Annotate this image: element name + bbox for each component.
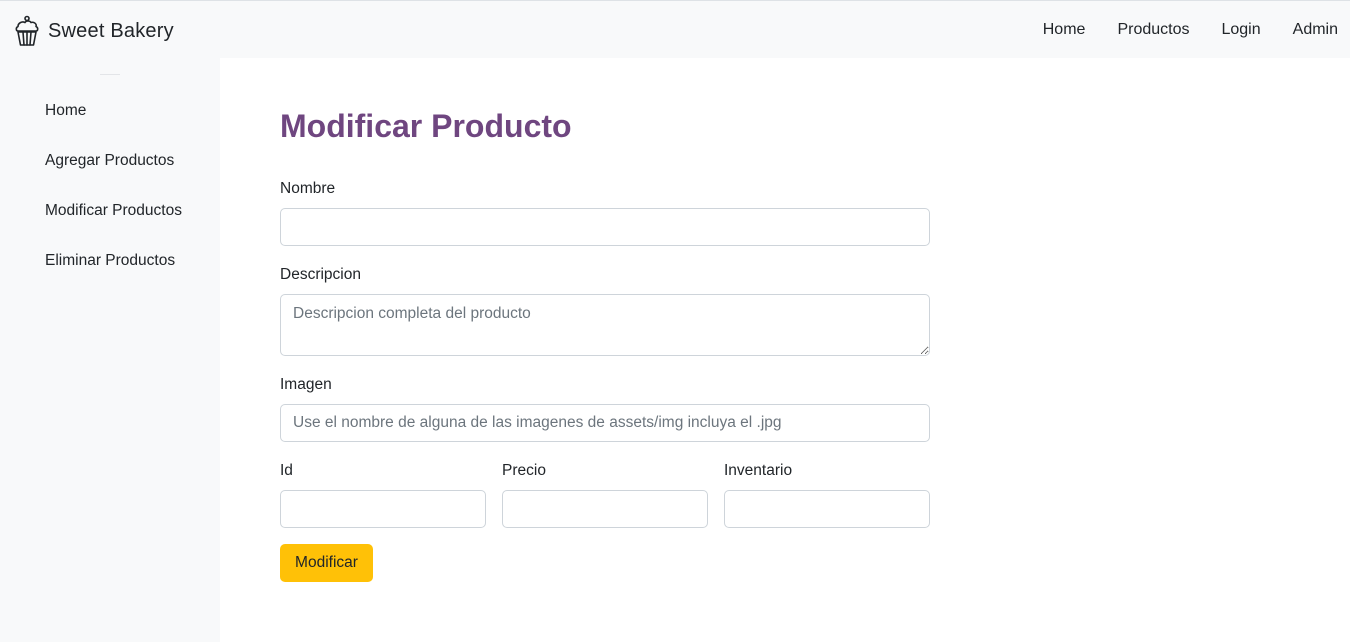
top-navbar: Sweet Bakery Home Productos Login Admin xyxy=(0,0,1350,58)
nav-link-home[interactable]: Home xyxy=(1043,21,1086,39)
inventario-input[interactable] xyxy=(724,490,930,528)
nav-link-admin[interactable]: Admin xyxy=(1293,21,1338,39)
sidebar-item-agregar-productos[interactable]: Agregar Productos xyxy=(45,152,174,170)
nav-link-productos[interactable]: Productos xyxy=(1117,21,1189,39)
sidebar-item-home[interactable]: Home xyxy=(45,102,86,120)
inventario-label: Inventario xyxy=(724,462,793,479)
precio-label: Precio xyxy=(502,462,546,479)
sidebar-divider xyxy=(100,74,120,75)
modificar-button[interactable]: Modificar xyxy=(280,544,373,582)
sidebar: Home Agregar Productos Modificar Product… xyxy=(0,58,220,642)
page-title: Modificar Producto xyxy=(280,108,572,144)
main-content: Modificar Producto Nombre Descripcion Im… xyxy=(220,58,1350,642)
descripcion-textarea[interactable] xyxy=(280,294,930,356)
nombre-label: Nombre xyxy=(280,180,336,197)
cupcake-icon xyxy=(14,15,40,47)
sidebar-item-modificar-productos[interactable]: Modificar Productos xyxy=(45,202,182,220)
top-nav-links: Home Productos Login Admin xyxy=(1011,1,1338,59)
id-label: Id xyxy=(280,462,293,479)
nav-link-login[interactable]: Login xyxy=(1221,21,1260,39)
id-input[interactable] xyxy=(280,490,486,528)
descripcion-label: Descripcion xyxy=(280,266,361,283)
brand-name: Sweet Bakery xyxy=(48,19,174,42)
imagen-label: Imagen xyxy=(280,376,332,393)
imagen-input[interactable] xyxy=(280,404,930,442)
nombre-input[interactable] xyxy=(280,208,930,246)
brand-link[interactable]: Sweet Bakery xyxy=(14,14,174,48)
sidebar-item-eliminar-productos[interactable]: Eliminar Productos xyxy=(45,252,175,270)
precio-input[interactable] xyxy=(502,490,708,528)
